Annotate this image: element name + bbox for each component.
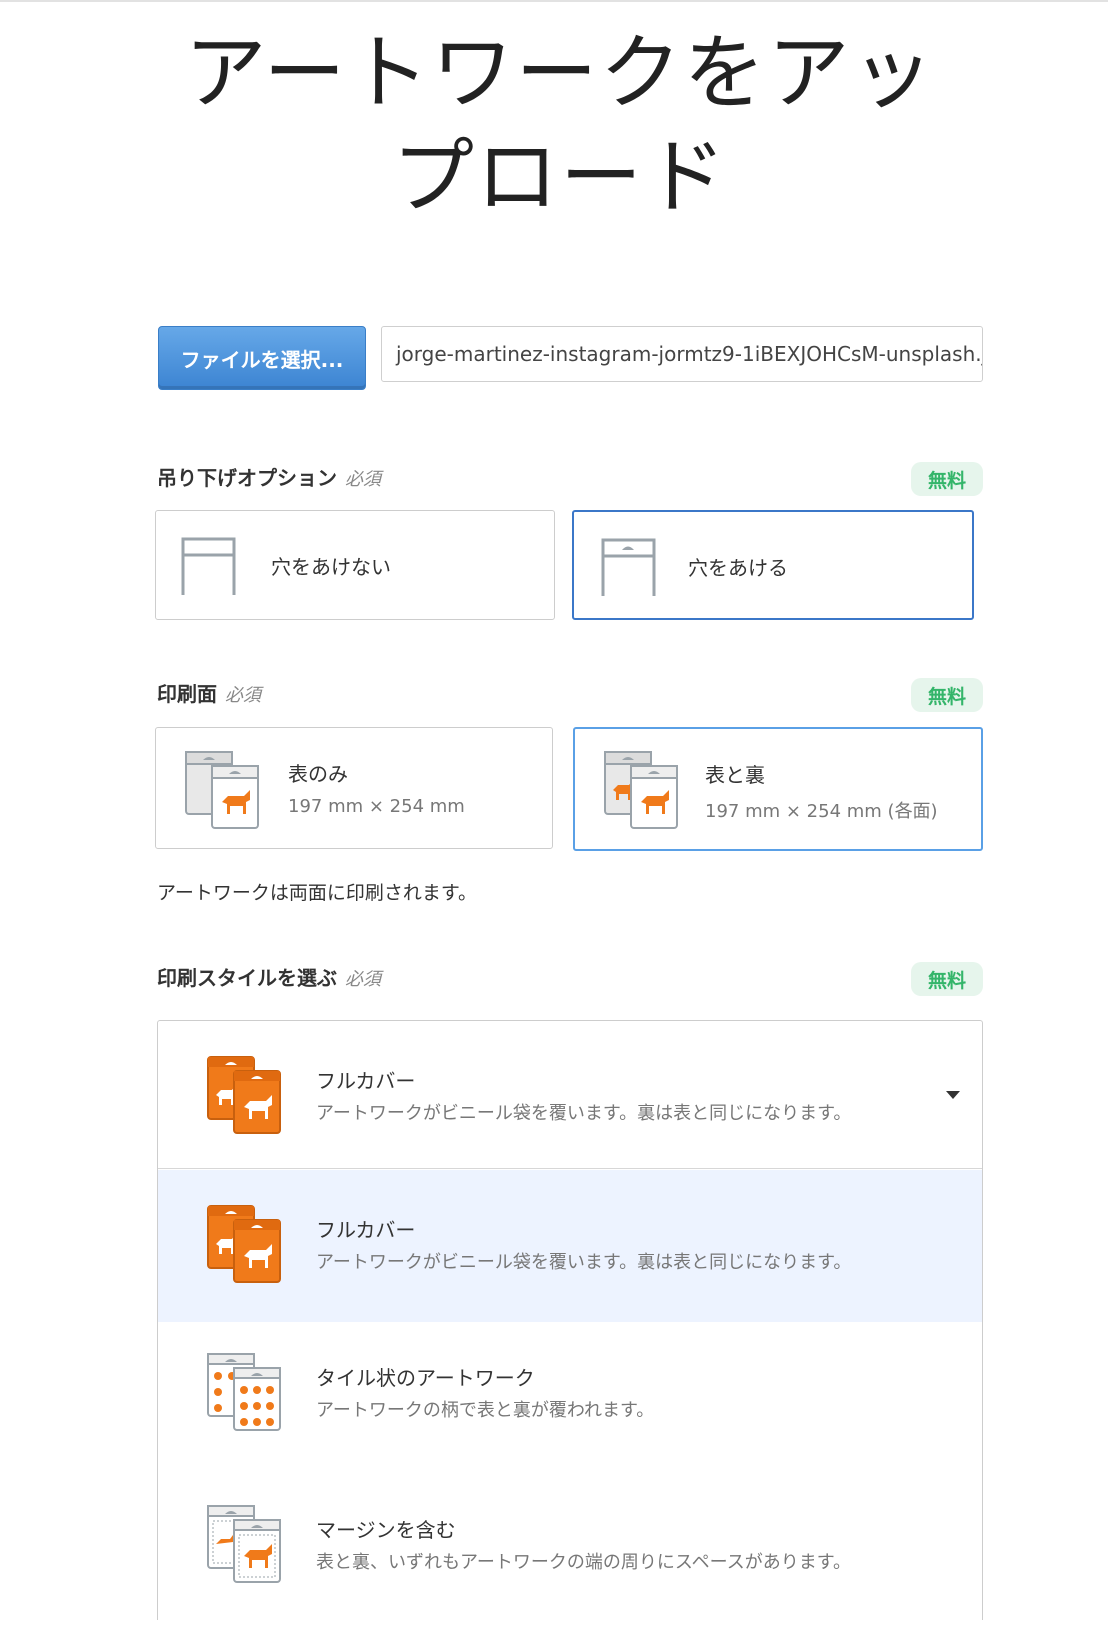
free-badge: 無料	[911, 462, 983, 496]
chevron-down-icon[interactable]	[946, 1091, 960, 1099]
style-option-title: マージンを含む	[316, 1518, 456, 1542]
hanging-option-title: 吊り下げオプション	[157, 466, 337, 490]
front-back-bag-icon	[604, 751, 678, 829]
front-back-size: 197 mm × 254 mm (各面)	[705, 801, 938, 822]
style-option-desc: 表と裏、いずれもアートワークの端の周りにスペースがあります。	[316, 1552, 851, 1573]
no-hole-bag-icon	[181, 537, 236, 595]
style-option-desc: アートワークがビニール袋を覆います。裏は表と同じになります。	[316, 1252, 852, 1273]
option-hole[interactable]: 穴をあける	[572, 510, 974, 620]
print-style-label: 印刷スタイルを選ぶ 必須	[157, 962, 381, 991]
print-side-label: 印刷面 必須	[157, 678, 261, 707]
style-option-tiled[interactable]: タイル状のアートワーク アートワークの柄で表と裏が覆われます。	[158, 1322, 982, 1474]
selected-style-title: フルカバー	[316, 1069, 416, 1093]
print-style-selected[interactable]: フルカバー アートワークがビニール袋を覆います。裏は表と同じになります。	[158, 1021, 982, 1169]
style-option-title: タイル状のアートワーク	[316, 1366, 535, 1390]
style-option-desc: アートワークの柄で表と裏が覆われます。	[316, 1400, 655, 1421]
full-cover-bag-icon	[207, 1056, 281, 1134]
file-name-field[interactable]: jorge-martinez-instagram-jormtz9-1iBEXJO…	[381, 326, 983, 382]
front-only-size: 197 mm × 254 mm	[288, 796, 465, 817]
hole-bag-icon	[601, 538, 656, 596]
no-hole-label: 穴をあけない	[271, 555, 391, 579]
option-front-back[interactable]: 表と裏 197 mm × 254 mm (各面)	[573, 727, 983, 851]
margin-bag-icon	[207, 1505, 281, 1583]
free-badge: 無料	[911, 962, 983, 996]
print-side-note: アートワークは両面に印刷されます。	[157, 882, 477, 904]
print-style-dropdown[interactable]: フルカバー アートワークがビニール袋を覆います。裏は表と同じになります。 フルカ…	[157, 1020, 983, 1620]
front-only-label: 表のみ	[288, 762, 348, 786]
front-back-label: 表と裏	[705, 763, 765, 787]
style-option-full-cover[interactable]: フルカバー アートワークがビニール袋を覆います。裏は表と同じになります。	[158, 1170, 982, 1322]
print-style-title: 印刷スタイルを選ぶ	[157, 966, 337, 990]
required-tag: 必須	[345, 469, 381, 490]
style-option-margin[interactable]: マージンを含む 表と裏、いずれもアートワークの端の周りにスペースがあります。	[158, 1474, 982, 1621]
print-side-title: 印刷面	[157, 682, 217, 706]
option-front-only[interactable]: 表のみ 197 mm × 254 mm	[155, 727, 553, 849]
required-tag: 必須	[345, 969, 381, 990]
page-title: アートワークをアップロード	[184, 26, 936, 225]
style-option-title: フルカバー	[316, 1218, 416, 1242]
hanging-option-label: 吊り下げオプション 必須	[157, 462, 381, 491]
tiled-bag-icon	[207, 1353, 281, 1431]
option-no-hole[interactable]: 穴をあけない	[155, 510, 555, 620]
required-tag: 必須	[225, 685, 261, 706]
front-only-bag-icon	[185, 751, 259, 829]
hole-label: 穴をあける	[688, 556, 788, 580]
full-cover-bag-icon	[207, 1205, 281, 1283]
top-divider	[0, 0, 1108, 2]
selected-style-desc: アートワークがビニール袋を覆います。裏は表と同じになります。	[316, 1103, 852, 1124]
free-badge: 無料	[911, 678, 983, 712]
choose-file-button[interactable]: ファイルを選択...	[158, 326, 366, 390]
